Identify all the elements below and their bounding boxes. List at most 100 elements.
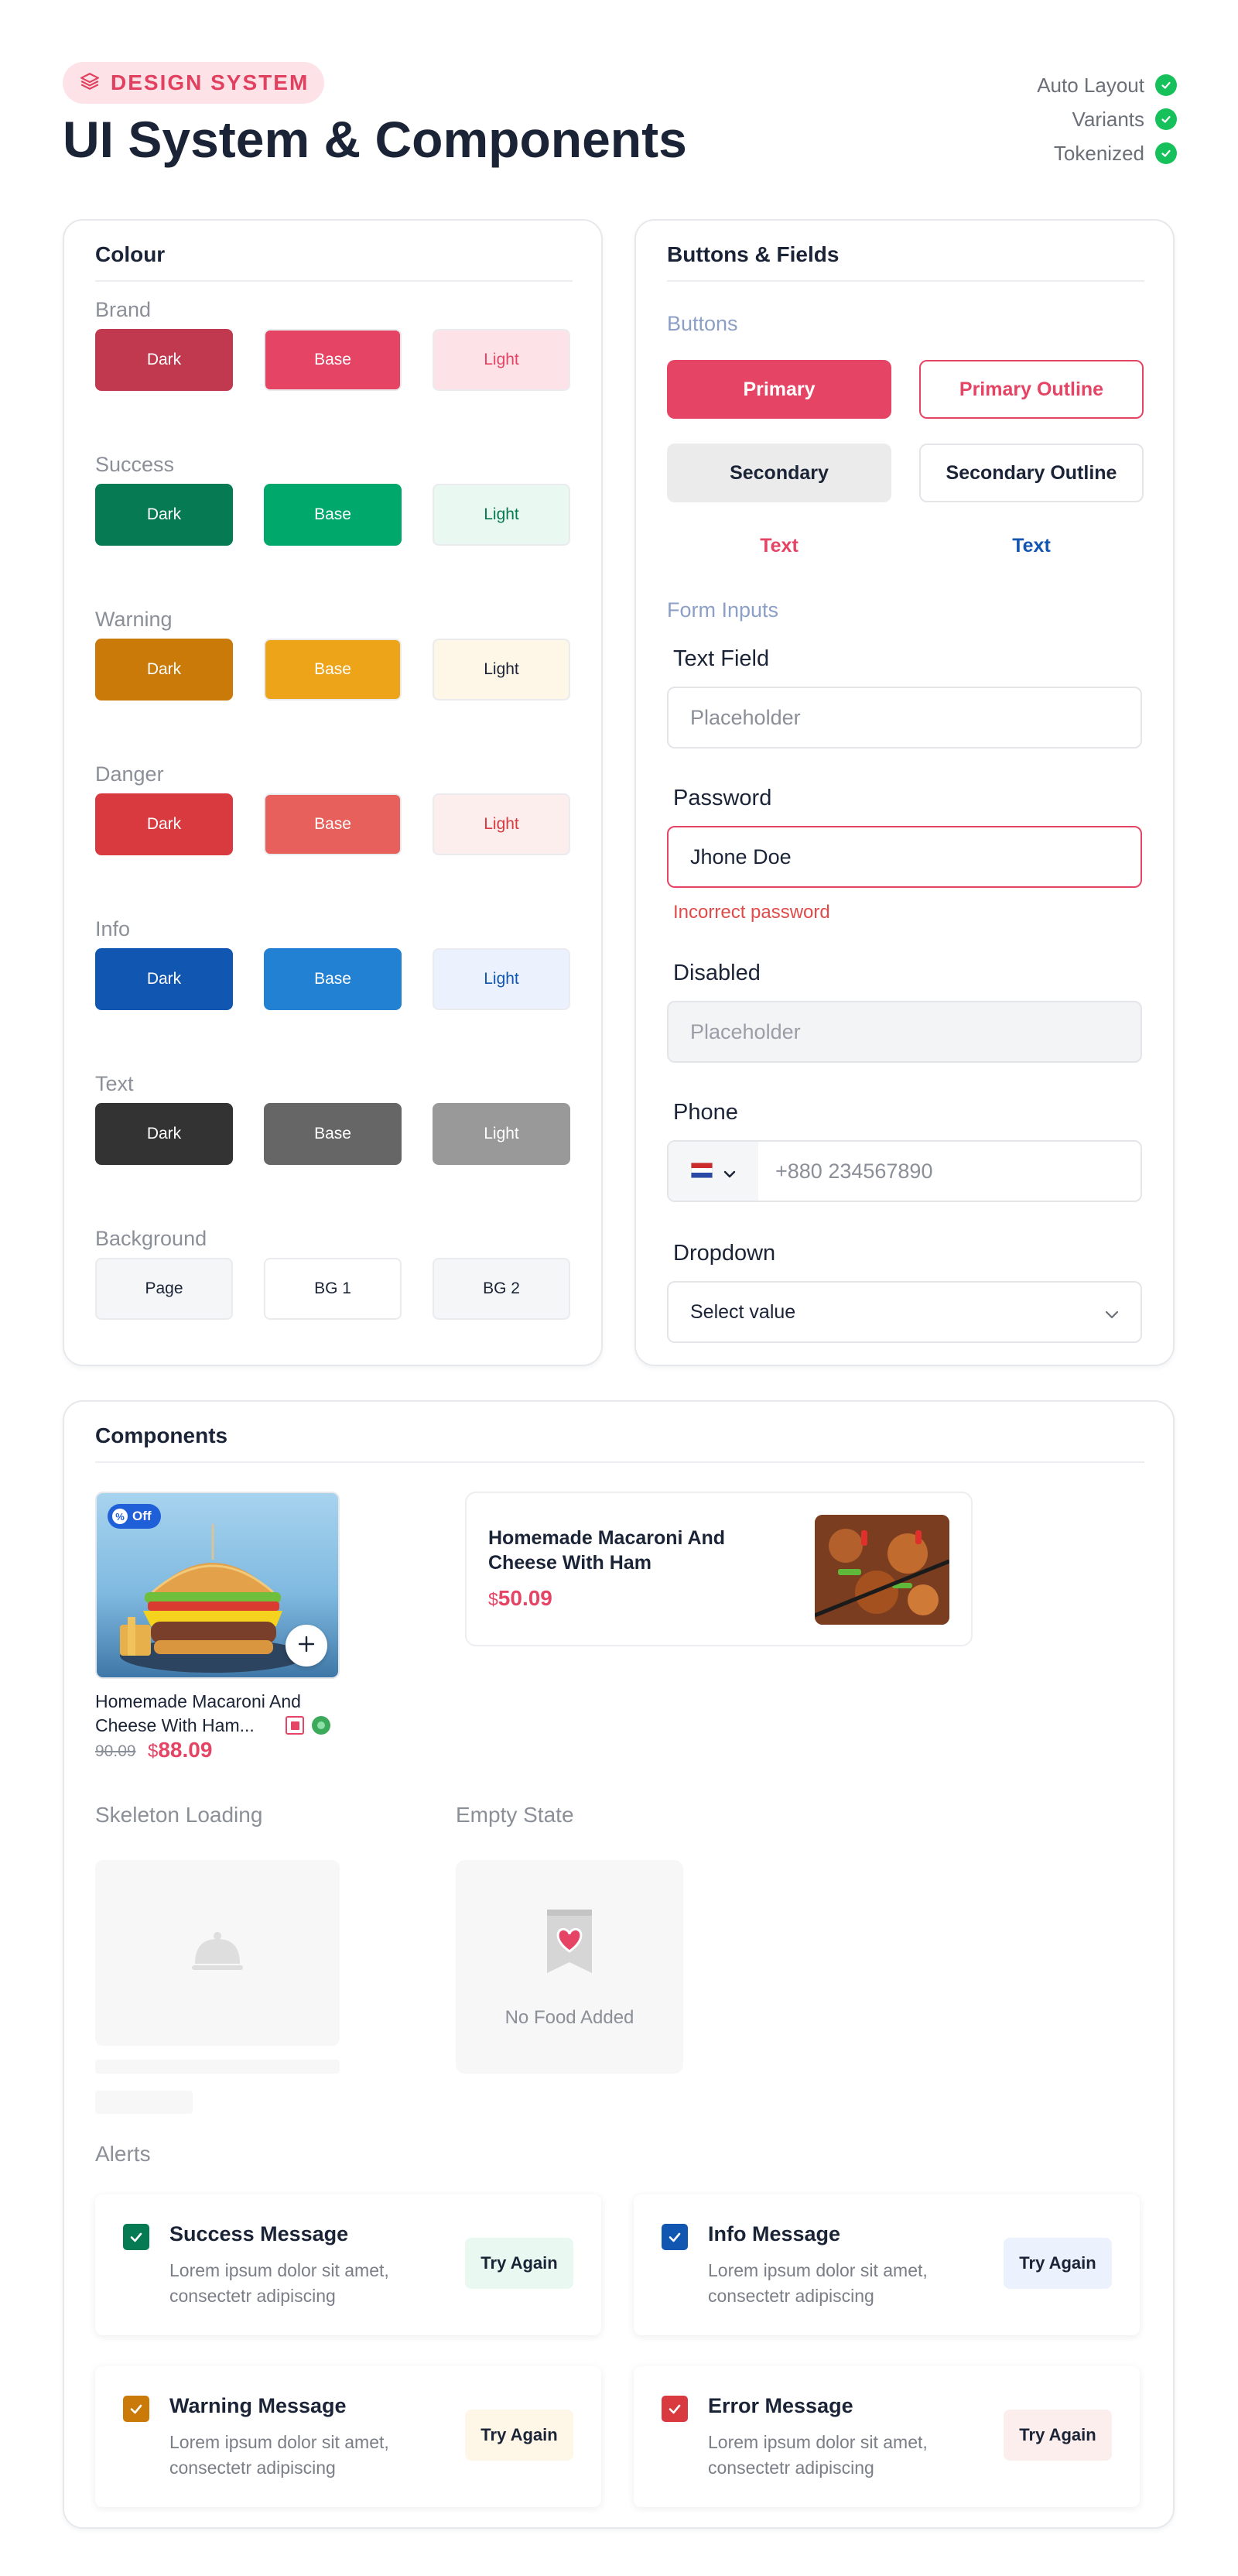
- feature-item: Auto Layout: [945, 68, 1177, 102]
- alert-success: Success Message Lorem ipsum dolor sit ame…: [95, 2194, 601, 2335]
- buttons-fields-title: Buttons & Fields: [667, 242, 840, 266]
- dropdown-label: Dropdown: [673, 1241, 776, 1266]
- color-swatch-warning-dark: Dark: [95, 639, 233, 701]
- disabled-label: Disabled: [673, 961, 761, 985]
- buttons-section-label: Buttons: [667, 312, 738, 335]
- text-button-info[interactable]: Text: [919, 527, 1144, 564]
- food-card-horizontal-price: $50.09: [488, 1586, 552, 1611]
- badge-label: DESIGN SYSTEM: [111, 70, 310, 94]
- badge-seal-icon: [312, 1716, 330, 1735]
- current-price: $88.09: [148, 1738, 212, 1762]
- color-swatch-info-light: Light: [433, 948, 570, 1010]
- empty-state-text: No Food Added: [504, 2007, 634, 2028]
- color-swatch-danger-light: Light: [433, 793, 570, 855]
- non-veg-icon: [286, 1716, 304, 1735]
- price-value: 50.09: [498, 1586, 552, 1610]
- password-label: Password: [673, 786, 772, 810]
- alert-info: Info Message Lorem ipsum dolor sit amet, …: [634, 2194, 1140, 2335]
- feature-item: Variants: [945, 102, 1177, 136]
- disabled-placeholder: Placeholder: [690, 1019, 801, 1043]
- phone-input[interactable]: +880 234567890: [667, 1140, 1142, 1202]
- text-field-label: Text Field: [673, 646, 770, 671]
- divider: [95, 280, 573, 282]
- price-value: 88.09: [158, 1738, 213, 1762]
- primary-outline-button[interactable]: Primary Outline: [919, 360, 1144, 419]
- color-swatch-brand-base: Base: [264, 329, 402, 391]
- components-title: Components: [95, 1423, 228, 1447]
- cloche-icon: [190, 1928, 245, 1978]
- check-circle-icon: [1155, 142, 1177, 164]
- swatch-group-label: Background: [95, 1227, 207, 1250]
- skeleton-line-short: [95, 2091, 193, 2114]
- swatch-group-label: Danger: [95, 762, 164, 786]
- components-panel: Components % Off Homemade Macaroni And C…: [63, 1400, 1175, 2529]
- color-swatch-background-bg-2: BG 2: [433, 1258, 570, 1320]
- empty-state-label: Empty State: [456, 1803, 574, 1827]
- country-code-selector[interactable]: [669, 1142, 758, 1201]
- color-swatch-success-base: Base: [264, 484, 402, 546]
- try-again-button[interactable]: Try Again: [1004, 2238, 1112, 2289]
- currency-symbol: $: [148, 1741, 159, 1762]
- try-again-button[interactable]: Try Again: [465, 2238, 573, 2289]
- empty-bag-icon: [544, 1906, 595, 1980]
- plus-icon: [297, 1635, 316, 1657]
- alert-warning: Warning Message Lorem ipsum dolor sit ame…: [95, 2366, 601, 2507]
- food-card-name: Homemade Macaroni And Cheese With Ham...: [95, 1691, 301, 1735]
- alert-title: Error Message: [708, 2394, 853, 2417]
- alert-message: Lorem ipsum dolor sit amet, consectetr a…: [169, 2432, 389, 2478]
- text-button-brand[interactable]: Text: [667, 527, 891, 564]
- buttons-fields-panel: Buttons & Fields Buttons Primary Primary…: [634, 219, 1175, 1366]
- alerts-label: Alerts: [95, 2142, 151, 2166]
- alert-error: Error Message Lorem ipsum dolor sit amet,…: [634, 2366, 1140, 2507]
- colour-panel: Colour Brand Dark Base Light Success Dark Base…: [63, 219, 603, 1366]
- secondary-outline-button[interactable]: Secondary Outline: [919, 444, 1144, 502]
- check-circle-icon: [1155, 74, 1177, 96]
- dropdown-select[interactable]: Select value: [667, 1281, 1142, 1343]
- page-title: UI System & Components: [63, 111, 687, 168]
- chevron-down-icon: [723, 1160, 736, 1184]
- design-system-badge: DESIGN SYSTEM: [63, 62, 325, 104]
- disabled-input: Placeholder: [667, 1001, 1142, 1063]
- feature-label: Tokenized: [1053, 141, 1144, 165]
- check-circle-icon: [1155, 108, 1177, 130]
- empty-state: No Food Added: [456, 1860, 683, 2074]
- color-swatch-success-dark: Dark: [95, 484, 233, 546]
- secondary-button[interactable]: Secondary: [667, 444, 891, 502]
- discount-label: Off: [132, 1509, 152, 1523]
- add-to-cart-button[interactable]: [286, 1625, 327, 1667]
- currency-symbol: $: [488, 1589, 498, 1609]
- food-card[interactable]: % Off Homemade Macaroni And Cheese With …: [95, 1492, 340, 1770]
- primary-button[interactable]: Primary: [667, 360, 891, 419]
- color-swatch-success-light: Light: [433, 484, 570, 546]
- try-again-button[interactable]: Try Again: [1004, 2410, 1112, 2461]
- color-swatch-danger-dark: Dark: [95, 793, 233, 855]
- password-input[interactable]: Jhone Doe: [667, 826, 1142, 888]
- color-swatch-warning-light: Light: [433, 639, 570, 701]
- divider: [667, 280, 1144, 282]
- feature-label: Auto Layout: [1037, 73, 1144, 97]
- alert-title: Warning Message: [169, 2394, 347, 2417]
- discount-badge: % Off: [108, 1504, 161, 1529]
- checkbox-checked-icon: [662, 2396, 688, 2422]
- page-header: DESIGN SYSTEM UI System & Components Aut…: [63, 62, 1177, 170]
- old-price: 90.09: [95, 1742, 136, 1760]
- flag-icon: [690, 1160, 713, 1184]
- password-value: Jhone Doe: [690, 844, 792, 868]
- phone-placeholder: +880 234567890: [775, 1159, 933, 1183]
- feature-label: Variants: [1072, 107, 1144, 131]
- checkbox-checked-icon: [123, 2224, 149, 2250]
- text-field-input[interactable]: Placeholder: [667, 687, 1142, 748]
- skeleton-image: [95, 1860, 340, 2046]
- discount-icon: %: [112, 1509, 128, 1524]
- food-card-horizontal-name: Homemade Macaroni And Cheese With Ham: [488, 1527, 726, 1574]
- color-swatch-warning-base: Base: [264, 639, 402, 701]
- swatch-group-label: Warning: [95, 608, 173, 631]
- color-swatch-info-dark: Dark: [95, 948, 233, 1010]
- form-inputs-label: Form Inputs: [667, 598, 779, 622]
- color-swatch-danger-base: Base: [264, 793, 402, 855]
- try-again-button[interactable]: Try Again: [465, 2410, 573, 2461]
- food-card-horizontal[interactable]: Homemade Macaroni And Cheese With Ham $5…: [465, 1492, 973, 1646]
- color-swatch-background-bg-1: BG 1: [264, 1258, 402, 1320]
- skeleton-line: [95, 2060, 340, 2074]
- swatch-group-label: Brand: [95, 298, 152, 321]
